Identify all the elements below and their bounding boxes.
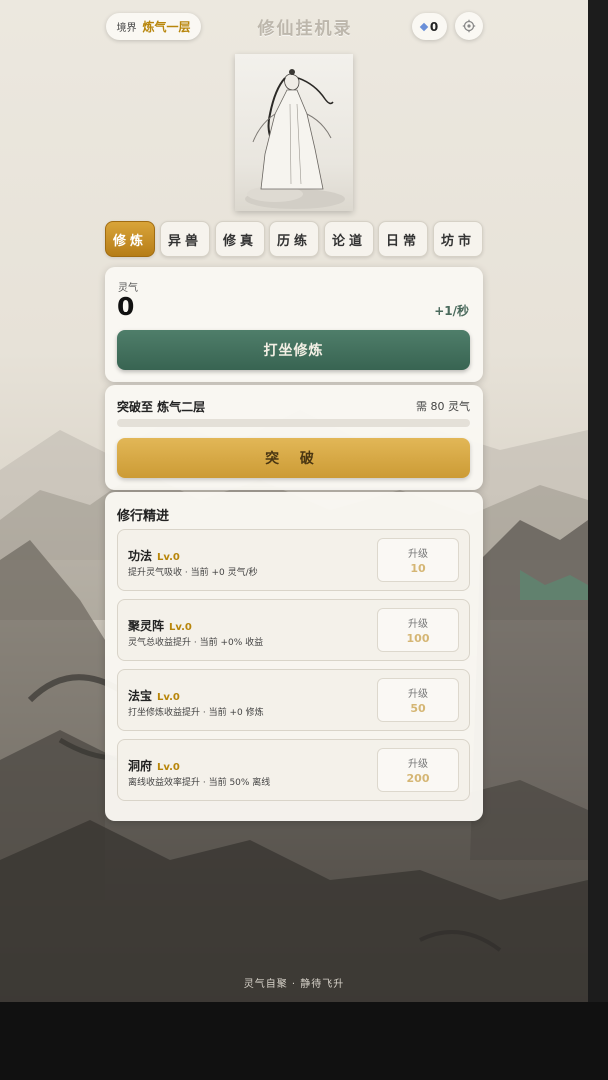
upgrade-level: Lv.0: [157, 762, 180, 773]
upgrade-card-technique: 功法 Lv.0 提升灵气吸收 · 当前 +0 灵气/秒 升级 10: [117, 529, 470, 591]
realm-label: 境界: [116, 23, 137, 34]
upgrade-card-spirit-array: 聚灵阵 Lv.0 灵气总收益提升 · 当前 +0% 收益 升级 100: [117, 599, 470, 661]
tab-debate[interactable]: 论道: [324, 221, 374, 257]
character-portrait: [235, 54, 353, 211]
breakthrough-title: 突破至 炼气二层: [117, 400, 206, 414]
upgrade-name: 洞府: [128, 759, 153, 773]
upgrade-button-artifact[interactable]: 升级 50: [377, 678, 459, 722]
qi-rate: +1/秒: [434, 304, 469, 318]
upgrade-name: 法宝: [128, 689, 153, 703]
realm-value: 炼气一层: [142, 20, 191, 34]
upgrade-description: 提升灵气吸收 · 当前 +0 灵气/秒: [128, 568, 258, 578]
upgrade-description: 灵气总收益提升 · 当前 +0% 收益: [128, 638, 264, 648]
app-title: 修仙挂机录: [257, 19, 353, 39]
upgrade-level: Lv.0: [169, 622, 192, 633]
settings-button[interactable]: [455, 12, 483, 40]
upgrades-title: 修行精进: [117, 509, 170, 524]
upgrade-description: 离线收益效率提升 · 当前 50% 离线: [128, 778, 271, 788]
gem-counter: 0: [412, 13, 447, 40]
app-stage: 境界 炼气一层 修仙挂机录 0 修炼 异兽 修真 历练 论道 日常 坊市 灵气 …: [0, 0, 588, 1002]
breakthrough-panel: 突破至 炼气二层 需 80 灵气 突 破: [105, 385, 483, 490]
upgrade-cost: 200: [406, 772, 430, 785]
upgrades-panel: 修行精进 功法 Lv.0 提升灵气吸收 · 当前 +0 灵气/秒 升级 10 聚灵…: [105, 492, 483, 821]
gem-count: 0: [429, 19, 439, 34]
upgrade-level: Lv.0: [157, 552, 180, 563]
tab-trials[interactable]: 历练: [269, 221, 319, 257]
tab-xiuzhen[interactable]: 修真: [215, 221, 265, 257]
upgrade-card-artifact: 法宝 Lv.0 打坐修炼收益提升 · 当前 +0 修炼 升级 50: [117, 669, 470, 731]
qi-panel: 灵气 0 +1/秒 打坐修炼: [105, 267, 483, 382]
main-tabs: 修炼 异兽 修真 历练 论道 日常 坊市: [105, 221, 483, 257]
breakthrough-progress-bar: [117, 419, 470, 427]
upgrade-cost: 100: [406, 632, 430, 645]
upgrade-button-label: 升级: [408, 689, 428, 700]
upgrade-card-cave-dwelling: 洞府 Lv.0 离线收益效率提升 · 当前 50% 离线 升级 200: [117, 739, 470, 801]
upgrade-level: Lv.0: [157, 692, 180, 703]
upgrade-button-technique[interactable]: 升级 10: [377, 538, 459, 582]
upgrade-name: 聚灵阵: [128, 619, 165, 633]
upgrade-button-label: 升级: [408, 549, 428, 560]
upgrade-cost: 10: [410, 562, 426, 575]
immortal-figure-illustration: [245, 69, 345, 209]
tab-cultivate[interactable]: 修炼: [105, 221, 155, 257]
breakthrough-requirement: 需 80 灵气: [416, 400, 470, 413]
realm-indicator: 境界 炼气一层: [106, 13, 201, 40]
gear-icon: [462, 19, 476, 33]
upgrade-button-label: 升级: [408, 759, 428, 770]
upgrade-button-spirit-array[interactable]: 升级 100: [377, 608, 459, 652]
window-edge: [588, 0, 608, 1002]
upgrade-cost: 50: [410, 702, 426, 715]
upgrade-button-label: 升级: [408, 619, 428, 630]
gem-icon: [419, 22, 429, 31]
footer-motto: 灵气自聚 · 静待飞升: [243, 979, 345, 990]
tab-beasts[interactable]: 异兽: [160, 221, 210, 257]
meditate-button[interactable]: 打坐修炼: [117, 330, 470, 370]
upgrade-name: 功法: [128, 549, 153, 563]
upgrade-description: 打坐修炼收益提升 · 当前 +0 修炼: [128, 708, 264, 718]
breakthrough-button[interactable]: 突 破: [117, 438, 470, 478]
tab-market[interactable]: 坊市: [433, 221, 483, 257]
bottom-bar: [0, 1002, 608, 1080]
upgrade-button-cave-dwelling[interactable]: 升级 200: [377, 748, 459, 792]
tab-daily[interactable]: 日常: [378, 221, 428, 257]
qi-value: 0: [117, 292, 135, 321]
